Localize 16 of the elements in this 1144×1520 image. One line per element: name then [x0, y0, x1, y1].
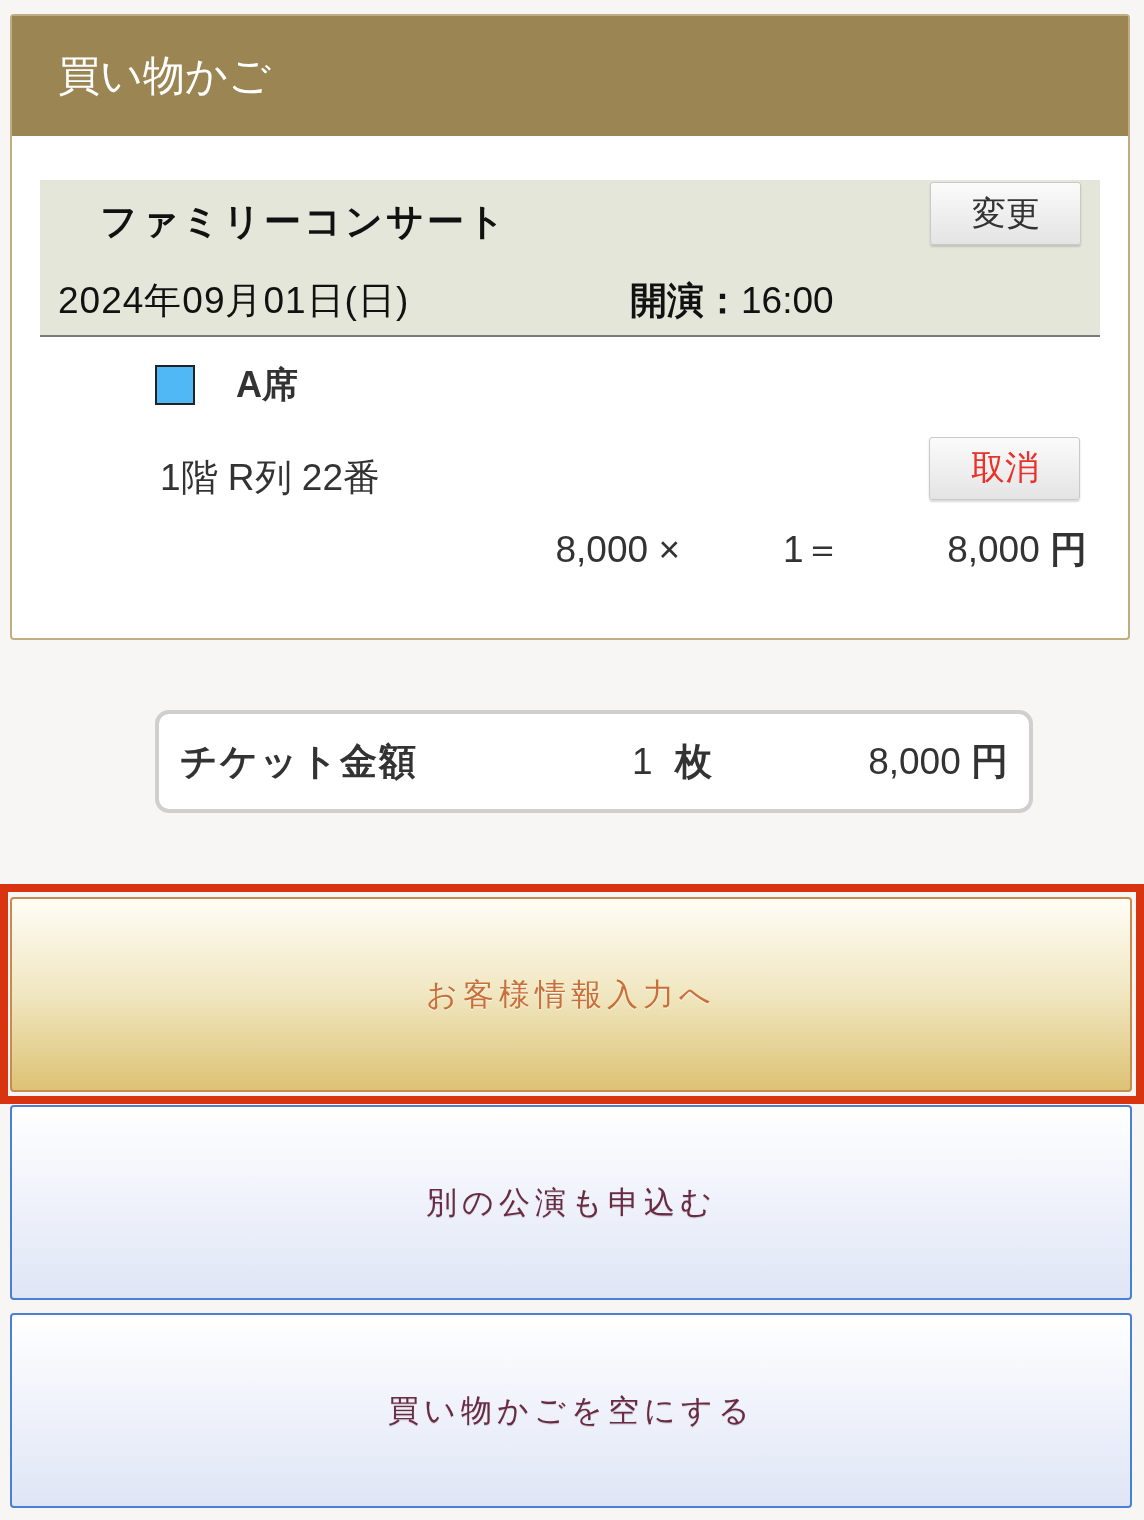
summary-label: チケット金額 — [180, 739, 419, 784]
quantity: 1＝ — [783, 528, 842, 572]
action-button[interactable]: 別の公演も申込む — [10, 1105, 1132, 1300]
start-time: 開演：16:00 — [630, 279, 834, 323]
cancel-button[interactable]: 取消 — [929, 436, 1080, 500]
event-name: ファミリーコンサート — [100, 200, 508, 244]
subtotal: 8,000 円 — [946, 528, 1087, 572]
change-button[interactable]: 変更 — [930, 182, 1081, 245]
ticket-count: 1 枚 — [632, 739, 713, 784]
cart-title: 買い物かご — [58, 50, 271, 101]
seat-location: 1階 R列 22番 — [160, 456, 380, 500]
unit-price: 8,000 × — [554, 529, 680, 571]
event-date: 2024年09月01日(日) — [58, 279, 411, 323]
total-amount: 8,000 円 — [867, 739, 1008, 784]
action-button[interactable]: 買い物かごを空にする — [10, 1313, 1132, 1508]
seat-class: A席 — [236, 362, 298, 407]
